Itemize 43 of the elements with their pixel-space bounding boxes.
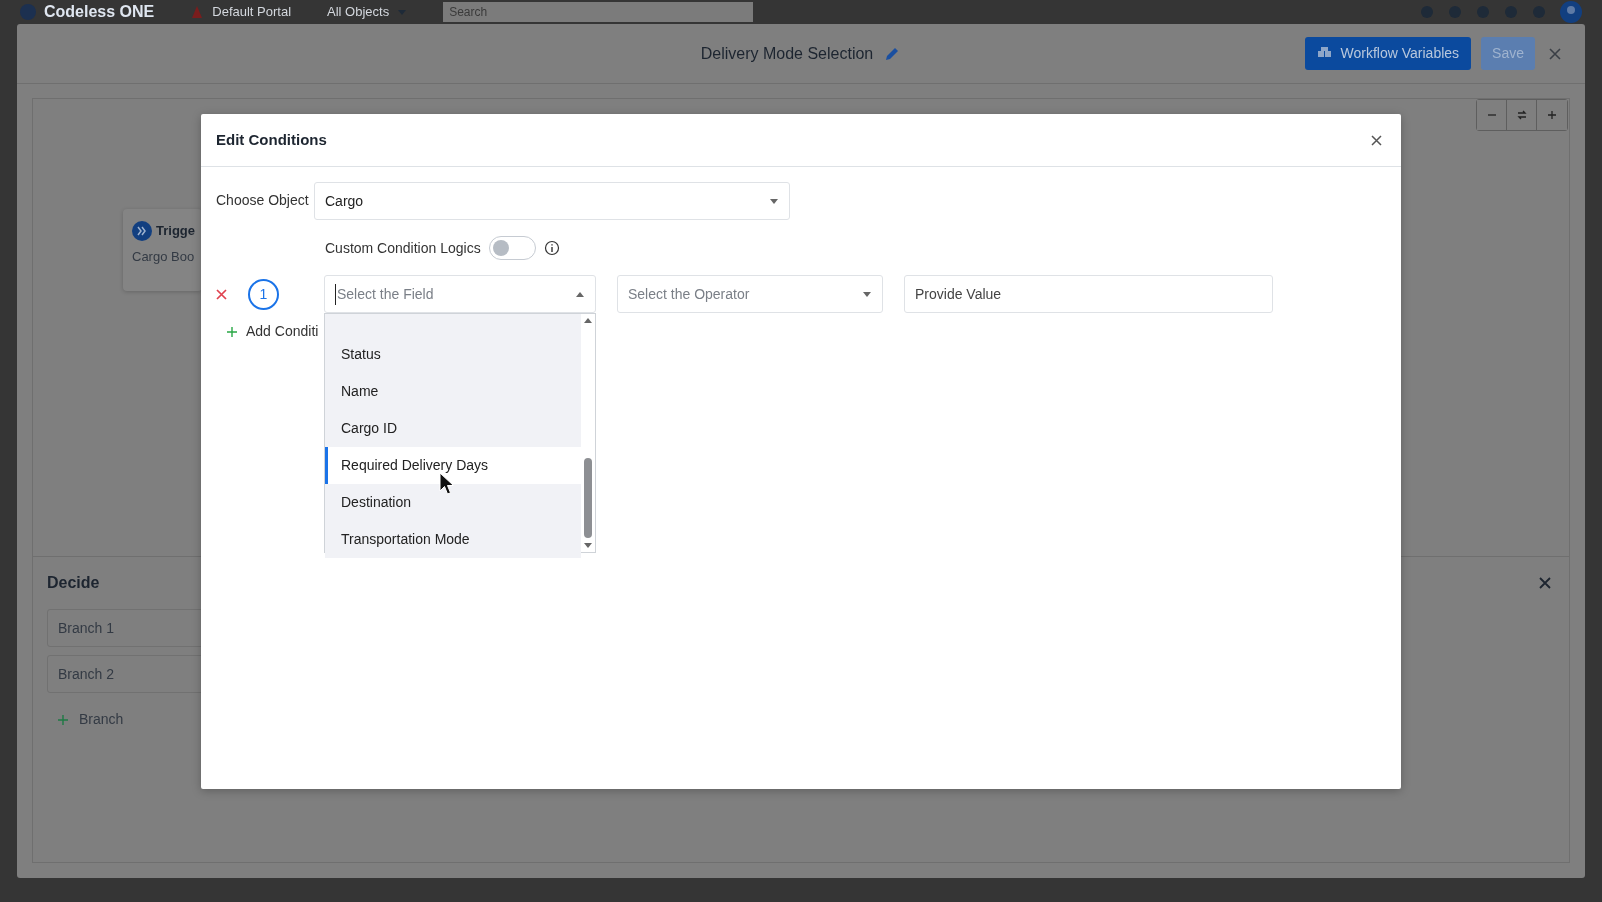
- cursor-icon: [439, 472, 455, 496]
- scroll-up-icon[interactable]: [583, 317, 593, 324]
- field-select[interactable]: Select the Field: [324, 275, 596, 313]
- logo-text: Codeless ONE: [44, 2, 155, 22]
- trigger-title: Trigge: [156, 222, 195, 241]
- trigger-subtitle: Cargo Boo: [132, 248, 196, 266]
- logo-icon: [20, 4, 36, 20]
- caret-icon: [769, 197, 779, 205]
- chevrons-icon: [132, 221, 152, 241]
- plus-icon: [57, 713, 69, 726]
- toggle-label: Custom Condition Logics: [325, 238, 481, 258]
- close-icon: [1549, 47, 1561, 60]
- caret-icon: [575, 290, 585, 298]
- avatar-icon[interactable]: [1560, 1, 1582, 23]
- scroll-down-icon[interactable]: [583, 542, 593, 549]
- zoom-in-icon: [1545, 108, 1559, 122]
- object-filter[interactable]: All Objects: [327, 2, 390, 22]
- toggle-switch[interactable]: [488, 236, 536, 260]
- field-placeholder: Select the Field: [335, 283, 434, 305]
- workflow-title: Delivery Mode Selection: [700, 43, 874, 64]
- trigger-card[interactable]: Trigge Cargo Boo: [123, 209, 202, 291]
- zoom-out-button[interactable]: [1477, 100, 1507, 130]
- operator-select[interactable]: Select the Operator: [617, 275, 883, 313]
- object-select[interactable]: Cargo: [314, 182, 790, 220]
- panel-title: Decide: [47, 573, 100, 593]
- field-label: Choose Object: [216, 191, 310, 210]
- close-icon: [1371, 134, 1382, 146]
- search-field[interactable]: Search: [443, 2, 754, 22]
- caret-icon: [862, 290, 872, 298]
- dropdown-option[interactable]: Required Delivery Days: [325, 447, 581, 484]
- portal-name[interactable]: Default Portal: [212, 2, 292, 22]
- value-field[interactable]: Provide Value: [904, 275, 1273, 313]
- add-condition-button[interactable]: Add Conditi: [226, 321, 319, 342]
- info-icon: [543, 240, 560, 256]
- workflow-variables-button[interactable]: Workflow Variables: [1304, 37, 1472, 70]
- plus-icon: [226, 325, 238, 338]
- scrollbar-thumb[interactable]: [584, 458, 592, 538]
- condition-number: 1: [248, 278, 279, 310]
- dialog-title: Edit Conditions: [216, 129, 327, 150]
- remove-icon[interactable]: [216, 288, 227, 300]
- select-placeholder: Select the Operator: [628, 284, 750, 304]
- close-icon: [1539, 577, 1551, 589]
- select-value: Cargo: [325, 191, 364, 211]
